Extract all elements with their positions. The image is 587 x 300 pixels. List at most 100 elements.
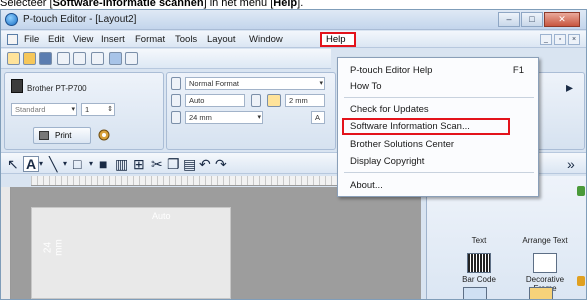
- printer-name: Brother PT-P700: [27, 84, 87, 93]
- vertical-ruler: [1, 187, 11, 299]
- menu-separator: [344, 97, 534, 98]
- select-arrow-icon[interactable]: ↖: [7, 156, 19, 172]
- text-tool-icon[interactable]: A: [23, 156, 40, 172]
- menu-item-p-touch-editor-help[interactable]: P-touch Editor Help: [350, 65, 432, 76]
- copies-value: 1: [85, 105, 90, 114]
- copies-stepper[interactable]: 1 ⇕: [81, 103, 115, 116]
- sidebar-item-bar-code[interactable]: Bar Code: [449, 253, 509, 284]
- menu-tools[interactable]: Tools: [175, 34, 197, 45]
- instruction-bold-menu-item: Software-informatie scannen: [52, 0, 204, 9]
- options-icon[interactable]: [125, 52, 138, 65]
- menu-item-software-information-scan[interactable]: Software Information Scan...: [350, 121, 470, 132]
- menu-insert[interactable]: Insert: [101, 34, 125, 45]
- help-menu-dropdown: P-touch Editor Help F1 How To Check for …: [337, 57, 539, 197]
- menu-edit[interactable]: Edit: [48, 34, 64, 45]
- open-folder-icon[interactable]: [23, 52, 36, 65]
- menu-item-how-to[interactable]: How To: [350, 81, 382, 92]
- group-tool-icon[interactable]: ▥: [115, 156, 128, 172]
- print-mode-select[interactable]: Standard ▾: [11, 103, 77, 116]
- print-button[interactable]: Print: [33, 127, 91, 144]
- frame-icon: [533, 253, 557, 273]
- window-controls: – □ ✕: [497, 12, 580, 27]
- print-icon[interactable]: [73, 52, 86, 65]
- toolbar-overflow-icon[interactable]: »: [567, 156, 575, 172]
- redo-icon[interactable]: ↷: [215, 156, 227, 172]
- doc-minimize-button[interactable]: _: [540, 34, 552, 45]
- app-window: P-touch Editor - [Layout2] – □ ✕ File Ed…: [0, 9, 587, 300]
- image-icon[interactable]: [529, 287, 553, 299]
- length-stepper-icon[interactable]: [251, 94, 261, 107]
- menu-bar: File Edit View Insert Format Tools Layou…: [1, 31, 586, 48]
- print-button-label: Print: [55, 131, 72, 140]
- menu-item-check-for-updates[interactable]: Check for Updates: [350, 104, 429, 115]
- minimize-button[interactable]: –: [498, 12, 520, 27]
- printer-small-icon: [39, 131, 49, 140]
- fill-tool-icon[interactable]: ■: [99, 156, 107, 172]
- format-value: Normal Format: [189, 79, 240, 88]
- chevron-down-icon[interactable]: ▾: [63, 156, 67, 172]
- app-logo-icon: [5, 13, 18, 26]
- menu-layout[interactable]: Layout: [207, 34, 236, 45]
- sidebar-item-arrange-text[interactable]: Arrange Text: [515, 236, 575, 245]
- chevron-down-icon: ▾: [319, 80, 323, 87]
- sidebar-item-label: Arrange Text: [522, 236, 568, 245]
- doc-close-button[interactable]: ×: [568, 34, 580, 45]
- layout-canvas[interactable]: Auto 24 mm: [1, 187, 421, 299]
- format-icon: [171, 77, 181, 90]
- document-controls: _ ▫ ×: [538, 34, 580, 45]
- printer-properties-icon[interactable]: [97, 128, 111, 142]
- table-icon[interactable]: [463, 287, 487, 299]
- line-tool-icon[interactable]: ╲: [49, 156, 57, 172]
- length-icon: [171, 94, 181, 107]
- save-icon[interactable]: [39, 52, 52, 65]
- tape-length-indicator: 24 mm: [42, 239, 65, 256]
- copy-icon[interactable]: ❐: [167, 156, 180, 172]
- printer-icon: [11, 79, 23, 93]
- new-file-icon[interactable]: [7, 52, 20, 65]
- printer-panel: Brother PT-P700 Standard ▾ 1 ⇕ Print: [4, 72, 164, 150]
- chevron-down-icon[interactable]: ▾: [39, 156, 43, 172]
- panel-arrow-icon[interactable]: ▸: [566, 79, 573, 96]
- text-style-value: A: [315, 113, 321, 122]
- rectangle-tool-icon[interactable]: □: [73, 156, 81, 172]
- menu-view[interactable]: View: [73, 34, 93, 45]
- document-icon: [7, 34, 18, 45]
- cut-icon[interactable]: ✂: [151, 156, 163, 172]
- instruction-suffix: ].: [297, 0, 304, 9]
- doc-restore-button[interactable]: ▫: [554, 34, 566, 45]
- format-select[interactable]: Normal Format ▾: [185, 77, 325, 90]
- undo-icon[interactable]: ↶: [199, 156, 211, 172]
- menu-item-shortcut: F1: [512, 65, 524, 76]
- tape-width-icon: [171, 111, 181, 124]
- sidebar-item-text[interactable]: Text: [449, 236, 509, 245]
- text-style-box[interactable]: A: [311, 111, 325, 124]
- chevron-down-icon: ▾: [71, 106, 75, 113]
- print-preview-icon[interactable]: [57, 52, 70, 65]
- close-button[interactable]: ✕: [544, 12, 580, 27]
- chevron-down-icon[interactable]: ▾: [89, 156, 93, 172]
- margin-icon: [267, 94, 281, 107]
- database-icon[interactable]: [109, 52, 122, 65]
- instruction-middle: ] in het menu [: [203, 0, 274, 9]
- instruction-prefix: Selecteer [: [0, 0, 53, 9]
- sidebar-item-label: Text: [471, 236, 487, 245]
- arrange-tool-icon[interactable]: ⊞: [133, 156, 145, 172]
- pin-icon[interactable]: [577, 186, 585, 196]
- side-tab-icon[interactable]: [577, 276, 585, 286]
- margin-value: 2 mm: [289, 96, 308, 105]
- menu-help[interactable]: Help: [320, 32, 356, 47]
- menu-item-display-copyright[interactable]: Display Copyright: [350, 156, 424, 167]
- title-bar[interactable]: P-touch Editor - [Layout2] – □ ✕: [1, 10, 586, 30]
- paste-icon[interactable]: ▤: [183, 156, 196, 172]
- format-panel: Normal Format ▾ Auto 2 mm 24 mm ▾ A: [166, 72, 336, 150]
- menu-item-about[interactable]: About...: [350, 180, 383, 191]
- layout-icon[interactable]: [91, 52, 104, 65]
- menu-item-brother-solutions-center[interactable]: Brother Solutions Center: [350, 139, 454, 150]
- margin-field[interactable]: 2 mm: [285, 94, 325, 107]
- menu-window[interactable]: Window: [249, 34, 283, 45]
- menu-file[interactable]: File: [24, 34, 39, 45]
- maximize-button[interactable]: □: [521, 12, 543, 27]
- tape-width-select[interactable]: 24 mm ▾: [185, 111, 263, 124]
- menu-format[interactable]: Format: [135, 34, 165, 45]
- length-field[interactable]: Auto: [185, 94, 245, 107]
